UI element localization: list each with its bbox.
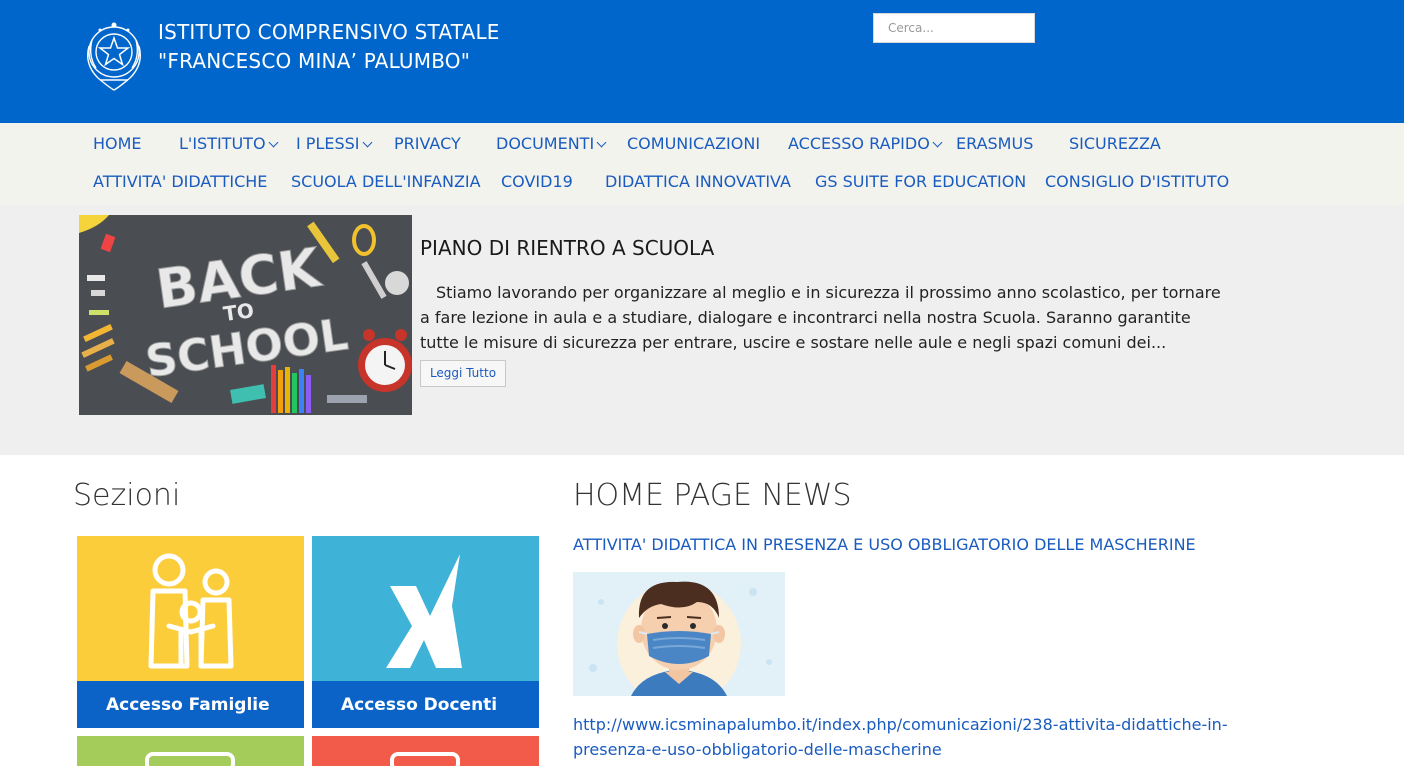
site-header: ISTITUTO COMPRENSIVO STATALE "FRANCESCO … [0, 0, 1404, 123]
nav-item-gs-suite[interactable]: GS SUITE FOR EDUCATION [815, 172, 1026, 191]
family-icon [148, 553, 234, 669]
nav-label: DOCUMENTI [496, 134, 595, 153]
nav-item-sicurezza[interactable]: SICUREZZA [1069, 134, 1161, 153]
nav-item-covid19[interactable]: COVID19 [501, 172, 573, 191]
nav-label: DIDATTICA INNOVATIVA [605, 172, 791, 191]
chevron-down-icon [268, 137, 278, 148]
tile-label: Accesso Docenti [312, 681, 539, 728]
nav-item-istituto[interactable]: L'ISTITUTO [179, 134, 278, 153]
nav-label: COVID19 [501, 172, 573, 191]
nav-label: CONSIGLIO D'ISTITUTO [1045, 172, 1230, 191]
nav-item-documenti[interactable]: DOCUMENTI [496, 134, 607, 153]
nav-item-didattica-innovativa[interactable]: DIDATTICA INNOVATIVA [605, 172, 791, 191]
tile-section-4[interactable] [312, 736, 539, 766]
sections-heading: Sezioni [73, 478, 181, 513]
news-item-url-link[interactable]: http://www.icsminapalumbo.it/index.php/c… [573, 712, 1233, 762]
search-input[interactable]: Cerca... [873, 13, 1035, 43]
nav-label: GS SUITE FOR EDUCATION [815, 172, 1027, 191]
nav-label: SICUREZZA [1069, 134, 1161, 153]
tile-label: Accesso Famiglie [77, 681, 304, 728]
nav-label: ERASMUS [956, 134, 1034, 153]
nav-item-plessi[interactable]: I PLESSI [296, 134, 372, 153]
chevron-down-icon [596, 137, 607, 148]
tile-section-3[interactable] [77, 736, 304, 766]
featured-title[interactable]: PIANO DI RIENTRO A SCUOLA [420, 236, 714, 260]
chevron-down-icon [932, 137, 943, 148]
italian-republic-emblem-icon [80, 16, 148, 92]
nav-label: COMUNICAZIONI [627, 134, 761, 153]
nav-label: SCUOLA DELL'INFANZIA [291, 172, 481, 191]
main-navigation: HOME L'ISTITUTO I PLESSI PRIVACY DOCUMEN… [0, 123, 1404, 205]
chevron-down-icon [362, 137, 372, 148]
nav-label: I PLESSI [296, 134, 360, 153]
nav-item-scuola-infanzia[interactable]: SCUOLA DELL'INFANZIA [291, 172, 481, 191]
school-name-line1: ISTITUTO COMPRENSIVO STATALE [158, 20, 500, 44]
nav-item-comunicazioni[interactable]: COMUNICAZIONI [627, 134, 760, 153]
mask-illustration-image[interactable] [573, 572, 785, 696]
school-name[interactable]: ISTITUTO COMPRENSIVO STATALE "FRANCESCO … [158, 18, 500, 76]
nav-label: HOME [93, 134, 142, 153]
news-heading: HOME PAGE NEWS [573, 478, 852, 513]
nav-label: ACCESSO RAPIDO [788, 134, 930, 153]
nav-item-erasmus[interactable]: ERASMUS [956, 134, 1033, 153]
tile-icon [390, 752, 460, 766]
nav-label: L'ISTITUTO [179, 134, 266, 153]
featured-excerpt: Stiamo lavorando per organizzare al megl… [420, 283, 1221, 352]
nav-label: ATTIVITA' DIDATTICHE [93, 172, 268, 191]
tile-accesso-docenti[interactable]: Accesso Docenti [312, 536, 539, 728]
nav-label: PRIVACY [394, 134, 461, 153]
featured-article: BACK TO SCHOOL PIANO DI RIENTRO A SCUOLA… [0, 205, 1404, 455]
news-item-title-link[interactable]: ATTIVITA' DIDATTICA IN PRESENZA E USO OB… [573, 535, 1196, 554]
nav-item-home[interactable]: HOME [93, 134, 142, 153]
school-name-line2: "FRANCESCO MINA’ PALUMBO" [158, 49, 471, 73]
tile-icon [145, 752, 235, 766]
back-to-school-image[interactable]: BACK TO SCHOOL [79, 215, 412, 415]
read-more-button[interactable]: Leggi Tutto [420, 360, 506, 387]
tile-accesso-famiglie[interactable]: Accesso Famiglie [77, 536, 304, 728]
nav-item-attivita-didattiche[interactable]: ATTIVITA' DIDATTICHE [93, 172, 267, 191]
x-check-icon [386, 554, 462, 668]
nav-item-accesso-rapido[interactable]: ACCESSO RAPIDO [788, 134, 943, 153]
nav-item-privacy[interactable]: PRIVACY [394, 134, 461, 153]
nav-item-consiglio-istituto[interactable]: CONSIGLIO D'ISTITUTO [1045, 172, 1229, 191]
